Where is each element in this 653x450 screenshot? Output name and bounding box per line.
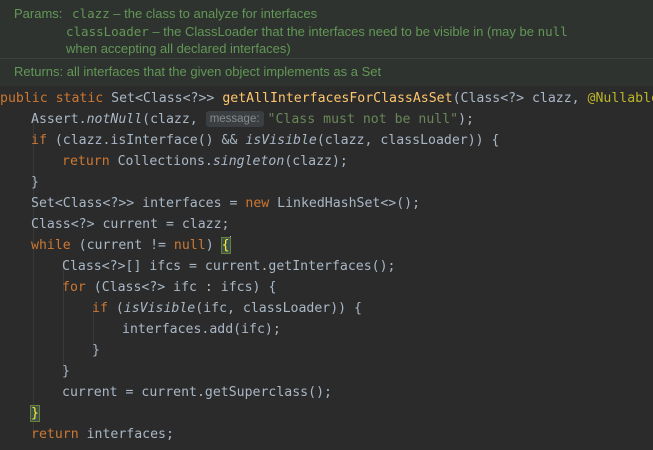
param-clazz-desc: – the class to analyze for interfaces — [113, 6, 318, 21]
code-line-3[interactable]: if (clazz.isInterface() && isVisible(cla… — [31, 130, 499, 152]
while-cond: (current != — [70, 238, 174, 253]
code-line-13[interactable]: } — [92, 340, 100, 362]
while-keyword: while — [31, 238, 71, 253]
for-keyword: for — [62, 280, 86, 295]
return-expr: Collections. — [109, 154, 213, 169]
assert-end: ); — [458, 112, 474, 127]
param-classloader-desc: – the ClassLoader that the interfaces ne… — [152, 24, 538, 39]
code-line-15[interactable]: current = current.getSuperclass(); — [62, 382, 332, 404]
if-cond-end: (clazz, classLoader)) { — [316, 133, 500, 148]
isvisible-call: isVisible — [123, 301, 196, 316]
javadoc-params-row: Params: clazz – the class to analyze for… — [14, 6, 317, 21]
code-line-4[interactable]: return Collections.singleton(clazz); — [62, 151, 348, 173]
code-editor[interactable]: public static Set<Class<?>> getAllInterf… — [0, 86, 653, 450]
new-keyword: new — [245, 196, 270, 211]
code-line-7[interactable]: Class<?> current = clazz; — [31, 214, 230, 236]
signature: (Class<?> clazz, — [452, 91, 588, 106]
singleton-call: singleton — [212, 154, 285, 169]
if-open: ( — [107, 301, 124, 316]
indent-guide — [33, 120, 34, 436]
code-line-8[interactable]: while (current != null) { — [31, 235, 231, 257]
assert-class: Assert. — [31, 112, 87, 127]
javadoc-divider — [0, 58, 653, 59]
if-keyword: if — [31, 133, 47, 148]
code-line-5[interactable]: } — [31, 172, 39, 194]
method-name: getAllInterfacesForClassAsSet — [222, 91, 453, 106]
returns-label: Returns: — [14, 64, 64, 79]
isvisible-call: isVisible — [245, 133, 317, 148]
returns-desc: all interfaces that the given object imp… — [66, 64, 382, 79]
javadoc-panel: Params: clazz – the class to analyze for… — [0, 0, 653, 86]
matched-brace-close: } — [30, 405, 40, 422]
return-keyword: return — [31, 427, 79, 442]
set-decl: Set<Class<?>> interfaces = — [31, 196, 246, 211]
javadoc-param2-cont-row: when accepting all declared interfaces) — [66, 41, 291, 56]
parameter-hint: message: — [205, 111, 264, 127]
assert-args: (clazz, — [142, 112, 206, 127]
code-line-12[interactable]: interfaces.add(ifc); — [122, 319, 281, 341]
code-line-10[interactable]: for (Class<?> ifc : ifcs) { — [62, 277, 276, 299]
code-line-11[interactable]: if (isVisible(ifc, classLoader)) { — [92, 298, 362, 320]
nullable-annotation: @Nullable — [587, 91, 653, 106]
modifiers: public static — [0, 91, 112, 106]
return-type: Set<Class<?>> — [111, 91, 223, 106]
code-line-16[interactable]: } — [30, 403, 40, 425]
text-caret — [229, 236, 231, 252]
assert-message: "Class must not be null" — [267, 112, 459, 127]
params-label: Params: — [14, 6, 63, 21]
if-args: (ifc, classLoader)) { — [195, 301, 362, 316]
code-line-17[interactable]: return interfaces; — [31, 424, 174, 446]
param-classloader-name: classLoader — [66, 24, 149, 39]
set-init: LinkedHashSet<>(); — [269, 196, 421, 211]
return-keyword: return — [62, 154, 110, 169]
param-classloader-null: null — [537, 24, 568, 39]
code-line-6[interactable]: Set<Class<?>> interfaces = new LinkedHas… — [31, 193, 420, 215]
return-value: interfaces; — [78, 427, 174, 442]
if-keyword: if — [92, 301, 108, 316]
notnull-call: notNull — [86, 112, 143, 127]
while-close: ) — [205, 238, 222, 253]
for-header: (Class<?> ifc : ifcs) { — [85, 280, 277, 295]
null-keyword: null — [173, 238, 206, 253]
matched-brace-open: { — [220, 237, 231, 254]
return-end: (clazz); — [284, 154, 348, 169]
code-line-2[interactable]: Assert.notNull(clazz, message: "Class mus… — [31, 109, 474, 131]
param-classloader-desc-cont: when accepting all declared interfaces) — [66, 41, 291, 56]
code-line-14[interactable]: } — [62, 361, 70, 383]
param-clazz-name: clazz — [72, 6, 110, 21]
code-line-9[interactable]: Class<?>[] ifcs = current.getInterfaces(… — [62, 256, 395, 278]
if-cond: (clazz.isInterface() && — [46, 133, 246, 148]
javadoc-returns-row: Returns: all interfaces that the given o… — [14, 64, 381, 79]
javadoc-param2-row: classLoader – the ClassLoader that the i… — [66, 24, 568, 39]
code-line-1[interactable]: public static Set<Class<?>> getAllInterf… — [0, 88, 653, 110]
